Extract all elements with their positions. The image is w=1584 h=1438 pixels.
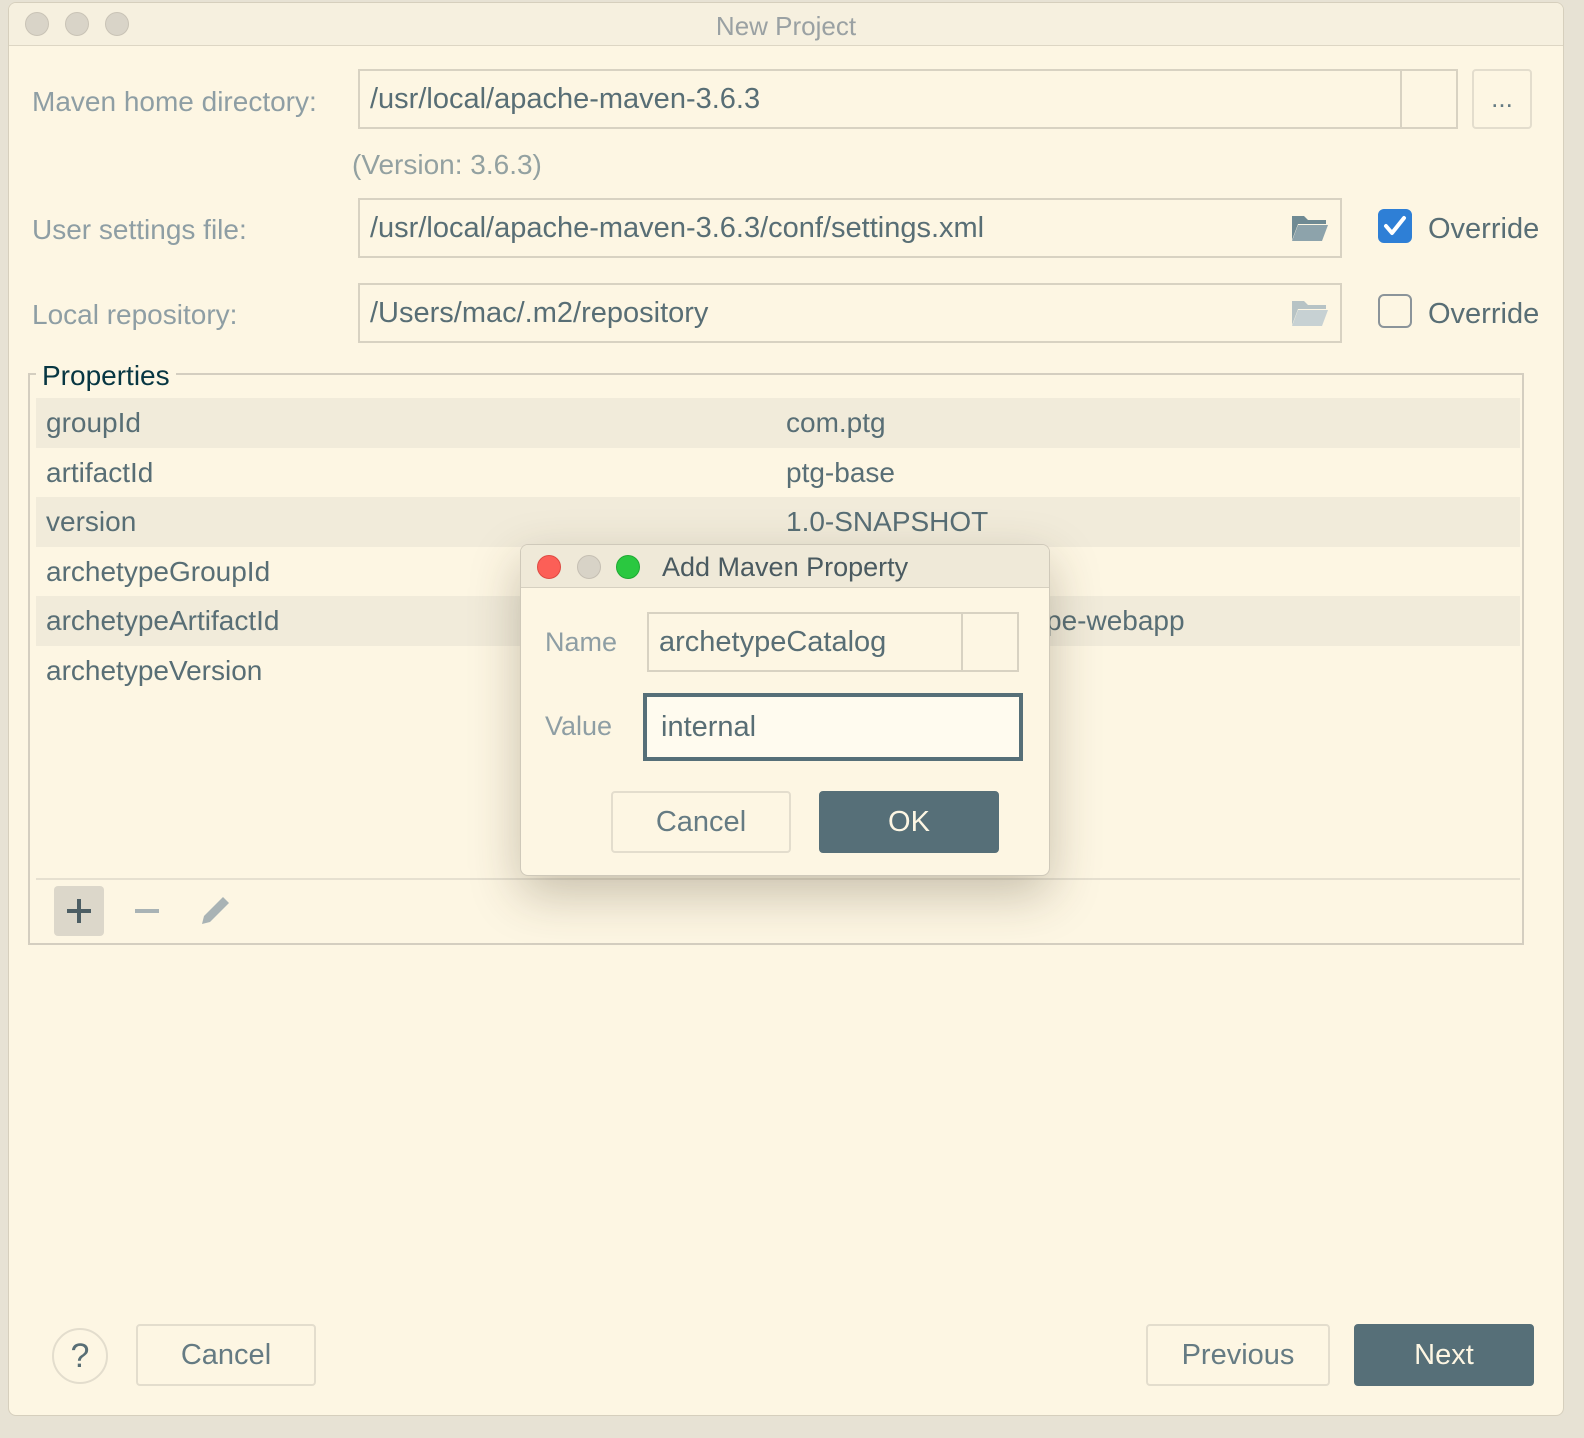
toolbar-divider bbox=[36, 878, 1520, 880]
dialog-close-button[interactable] bbox=[537, 555, 561, 579]
pencil-icon bbox=[202, 897, 229, 924]
maven-home-label: Maven home directory: bbox=[32, 86, 317, 117]
table-row[interactable]: groupId com.ptg bbox=[36, 398, 1520, 448]
folder-open-icon[interactable] bbox=[1290, 297, 1330, 329]
plus-icon bbox=[67, 899, 91, 923]
name-label: Name bbox=[545, 627, 618, 657]
dialog-title-bar: Add Maven Property bbox=[521, 545, 1049, 588]
dialog-ok-button[interactable]: OK bbox=[819, 791, 999, 853]
property-value: 1.0-SNAPSHOT bbox=[786, 506, 989, 537]
name-dropdown-button[interactable] bbox=[963, 614, 1017, 670]
property-key: groupId bbox=[46, 407, 141, 438]
user-settings-label: User settings file: bbox=[32, 214, 247, 245]
property-value: ptg-base bbox=[786, 456, 895, 488]
maven-home-dropdown-button[interactable] bbox=[1402, 71, 1456, 127]
value-field[interactable]: internal bbox=[643, 693, 1023, 761]
maven-home-field[interactable]: /usr/local/apache-maven-3.6.3 bbox=[358, 69, 1458, 129]
remove-property-button[interactable] bbox=[122, 886, 172, 936]
value-label: Value bbox=[545, 711, 613, 741]
maven-home-browse-button[interactable]: ... bbox=[1472, 69, 1532, 129]
dialog-title: Add Maven Property bbox=[662, 552, 909, 582]
edit-property-button[interactable] bbox=[190, 886, 240, 936]
user-settings-field[interactable]: /usr/local/apache-maven-3.6.3/conf/setti… bbox=[358, 198, 1342, 258]
value-value: internal bbox=[661, 711, 757, 743]
property-value: pe-webapp bbox=[1046, 605, 1185, 636]
local-repo-field[interactable]: /Users/mac/.m2/repository bbox=[358, 283, 1342, 343]
property-value: com.ptg bbox=[786, 407, 886, 438]
property-key: version bbox=[46, 506, 137, 537]
properties-title: Properties bbox=[36, 360, 176, 392]
property-key: archetypeGroupId bbox=[46, 555, 271, 587]
local-repo-value: /Users/mac/.m2/repository bbox=[370, 297, 709, 329]
name-value: archetypeCatalog bbox=[659, 626, 887, 658]
checkmark-icon bbox=[1384, 216, 1406, 235]
name-field[interactable]: archetypeCatalog bbox=[647, 612, 1019, 672]
dialog-zoom-button[interactable] bbox=[616, 555, 640, 579]
table-row[interactable]: version 1.0-SNAPSHOT bbox=[36, 497, 1520, 547]
property-key: archetypeArtifactId bbox=[46, 605, 280, 636]
help-button[interactable]: ? bbox=[52, 1328, 108, 1384]
table-row[interactable]: artifactId ptg-base bbox=[36, 448, 1520, 498]
local-repo-label: Local repository: bbox=[32, 299, 238, 330]
previous-button[interactable]: Previous bbox=[1146, 1324, 1330, 1386]
local-repo-override-checkbox[interactable] bbox=[1378, 294, 1412, 328]
add-maven-property-dialog: Add Maven Property Name archetypeCatalog… bbox=[520, 544, 1050, 876]
next-button[interactable]: Next bbox=[1354, 1324, 1534, 1386]
dialog-cancel-button[interactable]: Cancel bbox=[611, 791, 791, 853]
window-title: New Project bbox=[715, 11, 857, 41]
maven-version-note: (Version: 3.6.3) bbox=[352, 149, 542, 180]
property-key: artifactId bbox=[46, 456, 154, 488]
property-key: archetypeVersion bbox=[46, 654, 263, 686]
user-settings-value: /usr/local/apache-maven-3.6.3/conf/setti… bbox=[370, 212, 985, 244]
user-settings-override-label: Override bbox=[1428, 213, 1540, 245]
add-property-button[interactable] bbox=[54, 886, 104, 936]
cancel-button[interactable]: Cancel bbox=[136, 1324, 316, 1386]
maven-home-value: /usr/local/apache-maven-3.6.3 bbox=[370, 83, 761, 115]
folder-open-icon[interactable] bbox=[1290, 212, 1330, 244]
minus-icon bbox=[135, 909, 159, 913]
local-repo-override-label: Override bbox=[1428, 298, 1540, 330]
title-bar: New Project bbox=[9, 3, 1563, 46]
dialog-minimize-button[interactable] bbox=[577, 555, 601, 579]
user-settings-override-checkbox[interactable] bbox=[1378, 209, 1412, 243]
